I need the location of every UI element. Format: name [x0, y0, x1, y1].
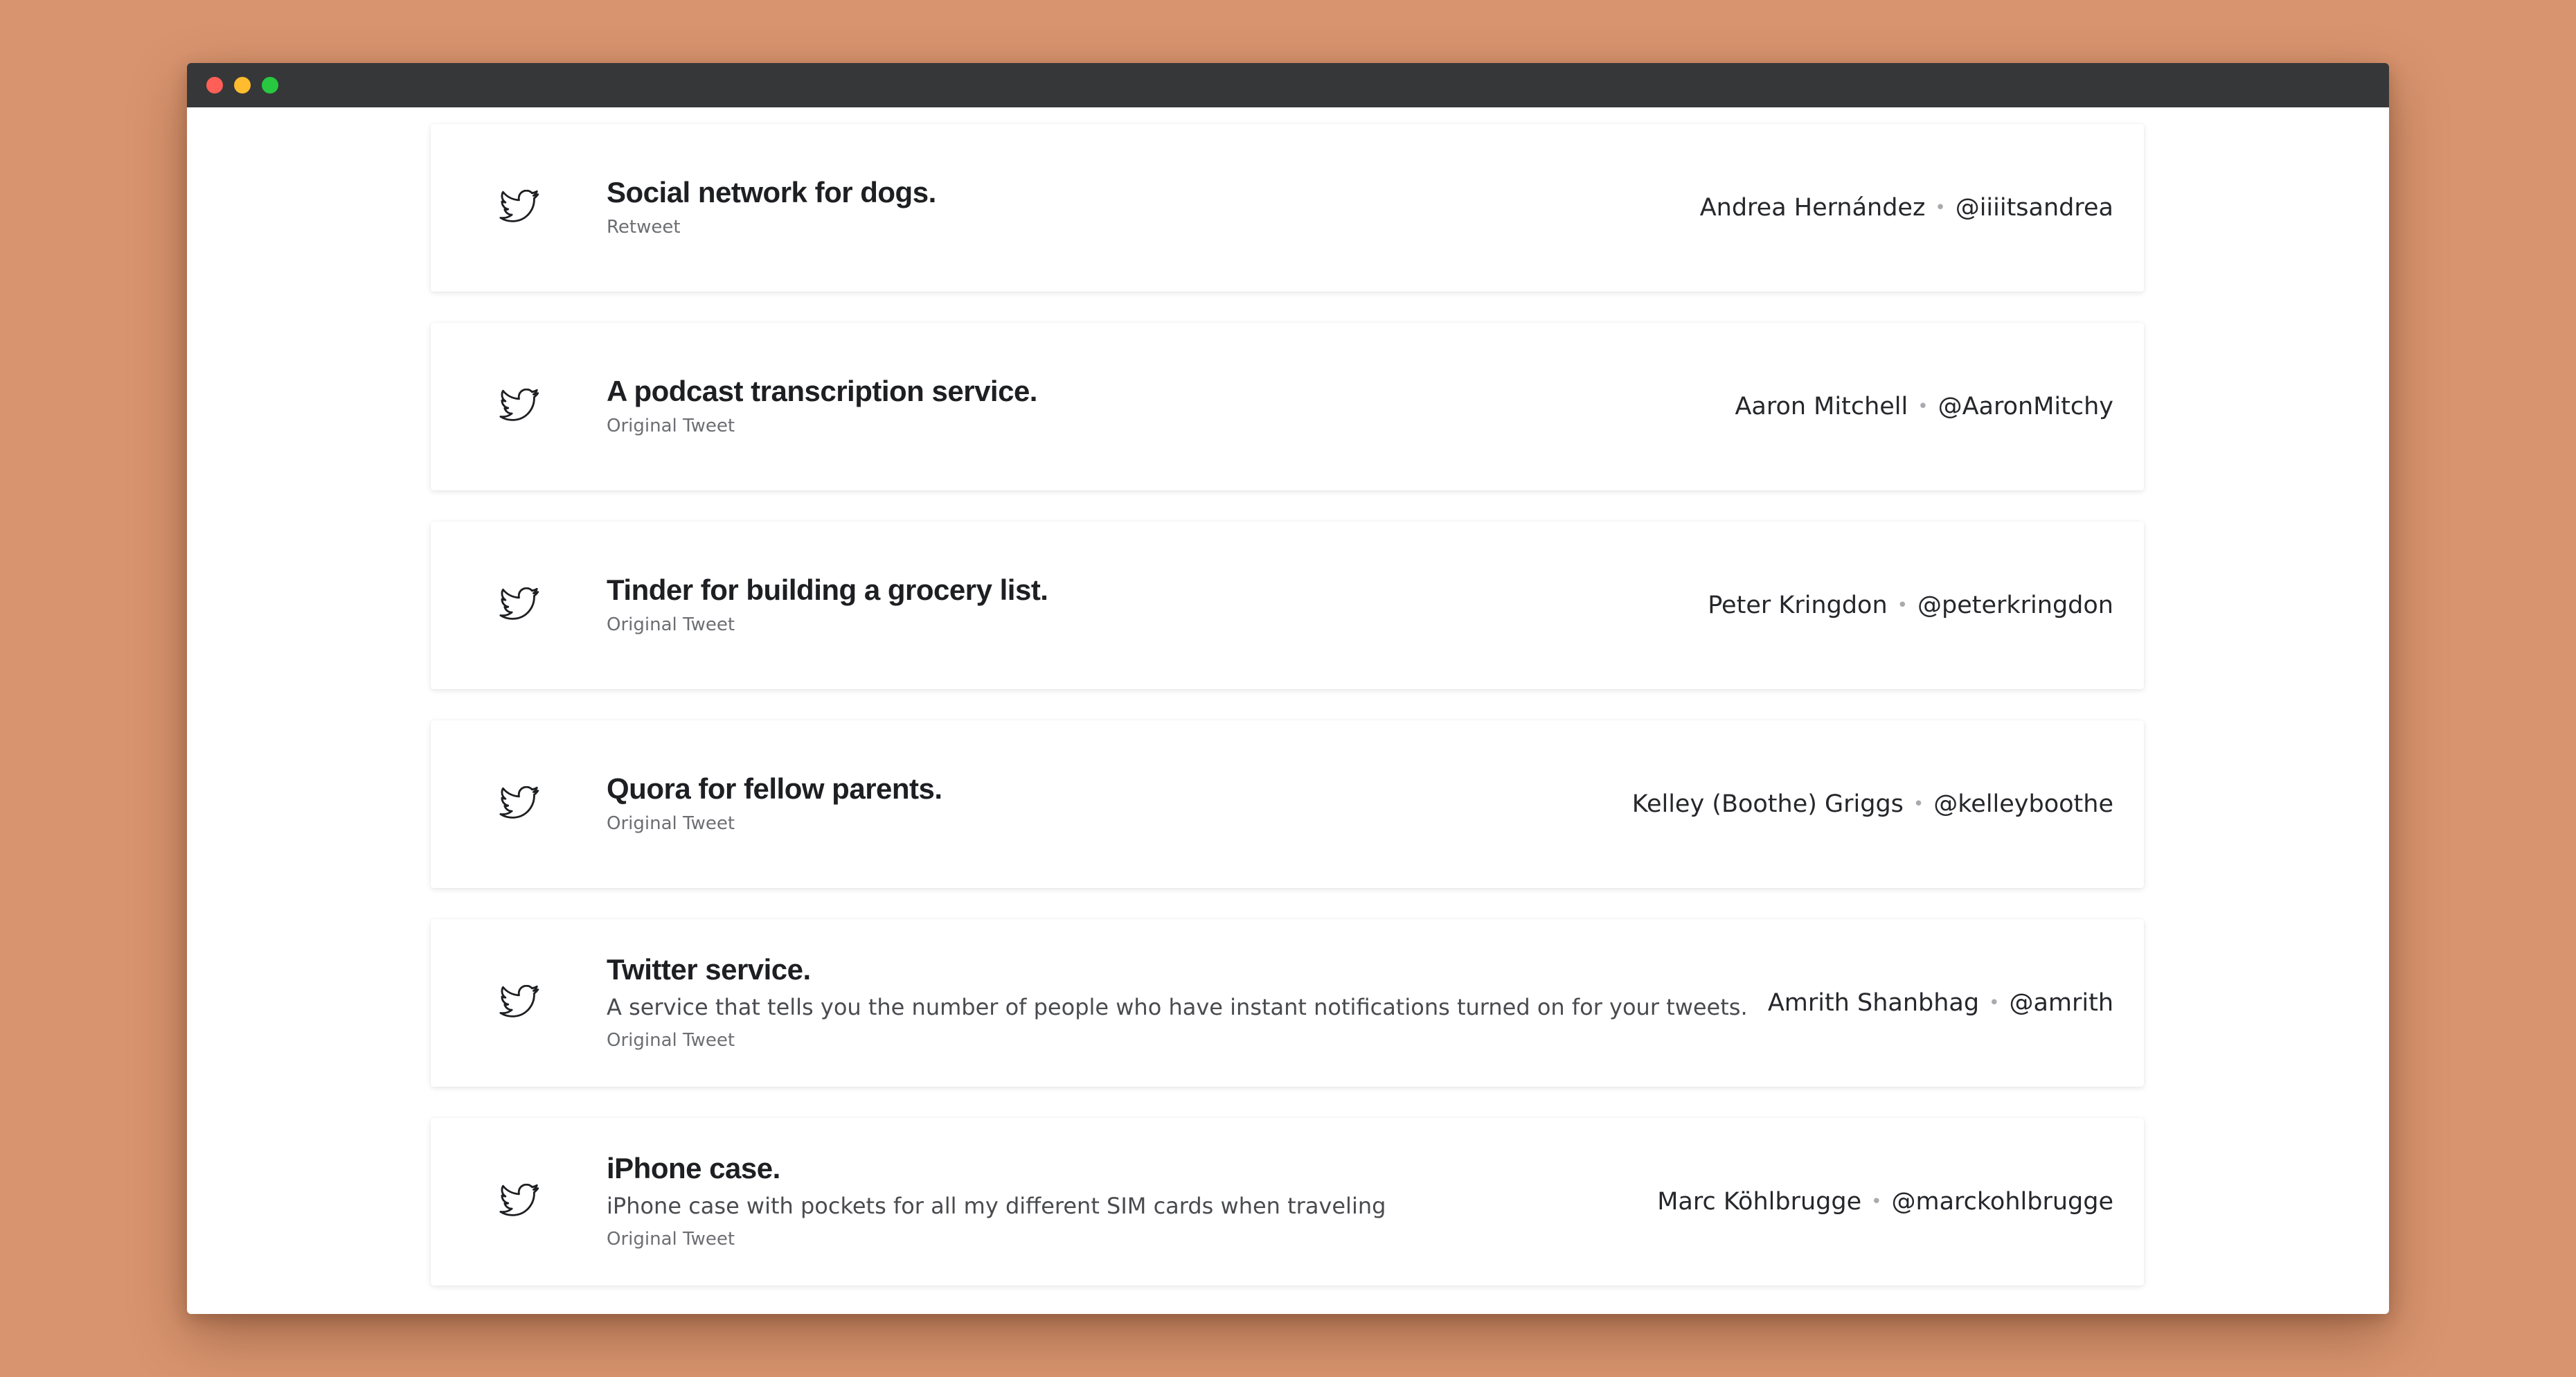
idea-author: Aaron Mitchell • @AaronMitchy — [1735, 393, 2113, 420]
idea-author: Peter Kringdon • @peterkringdon — [1708, 592, 2113, 619]
idea-title[interactable]: Social network for dogs. — [607, 173, 936, 212]
author-handle[interactable]: @marckohlbrugge — [1891, 1188, 2113, 1216]
minimize-window-button[interactable] — [234, 77, 251, 94]
tweet-type-label: Original Tweet — [607, 416, 735, 436]
tweet-type-label: Retweet — [607, 217, 681, 238]
browser-window: Social network for dogs. Retweet Andrea … — [187, 63, 2389, 1314]
author-name: Kelley (Boothe) Griggs — [1631, 790, 1904, 818]
author-name: Marc Köhlbrugge — [1657, 1188, 1862, 1216]
author-handle[interactable]: @AaronMitchy — [1938, 393, 2113, 420]
twitter-bird-icon — [499, 985, 542, 1021]
tweet-type-label: Original Tweet — [607, 1229, 735, 1250]
tweet-type-label: Original Tweet — [607, 1030, 735, 1051]
idea-description: A service that tells you the number of p… — [607, 994, 1748, 1020]
idea-card[interactable]: A podcast transcription service. Origina… — [431, 323, 2144, 490]
maximize-window-button[interactable] — [262, 77, 278, 94]
idea-text: Quora for fellow parents. Original Tweet — [607, 770, 942, 839]
author-separator: • — [1871, 1191, 1882, 1212]
author-handle[interactable]: @peterkringdon — [1917, 592, 2113, 619]
twitter-bird-icon — [499, 587, 542, 623]
author-name: Amrith Shanbhag — [1767, 989, 1980, 1017]
author-name: Peter Kringdon — [1708, 592, 1888, 619]
idea-author: Marc Köhlbrugge • @marckohlbrugge — [1657, 1188, 2113, 1216]
tweet-type-label: Original Tweet — [607, 813, 735, 834]
idea-text: Twitter service. A service that tells yo… — [607, 950, 1748, 1056]
idea-card[interactable]: Quora for fellow parents. Original Tweet… — [431, 720, 2144, 888]
idea-author: Amrith Shanbhag • @amrith — [1768, 989, 2113, 1017]
page-content: Social network for dogs. Retweet Andrea … — [187, 107, 2389, 1314]
author-name: Aaron Mitchell — [1735, 393, 1908, 420]
author-separator: • — [1913, 794, 1924, 815]
idea-title[interactable]: Twitter service. — [607, 950, 1748, 989]
idea-text: iPhone case. iPhone case with pockets fo… — [607, 1149, 1386, 1254]
idea-author: Kelley (Boothe) Griggs • @kelleyboothe — [1632, 790, 2113, 818]
twitter-bird-icon — [499, 1184, 542, 1220]
author-handle[interactable]: @iiiitsandrea — [1956, 194, 2113, 222]
idea-card[interactable]: iPhone case. iPhone case with pockets fo… — [431, 1118, 2144, 1286]
idea-card[interactable]: Twitter service. A service that tells yo… — [431, 919, 2144, 1087]
idea-text: Social network for dogs. Retweet — [607, 173, 936, 242]
idea-description: iPhone case with pockets for all my diff… — [607, 1193, 1386, 1219]
idea-author: Andrea Hernández • @iiiitsandrea — [1700, 194, 2113, 222]
idea-text: Tinder for building a grocery list. Orig… — [607, 571, 1048, 640]
tweet-type-label: Original Tweet — [607, 614, 735, 635]
author-separator: • — [1935, 197, 1946, 218]
author-handle[interactable]: @kelleyboothe — [1933, 790, 2113, 818]
idea-title[interactable]: A podcast transcription service. — [607, 372, 1037, 411]
twitter-bird-icon — [499, 389, 542, 425]
idea-title[interactable]: Quora for fellow parents. — [607, 770, 942, 808]
idea-title[interactable]: iPhone case. — [607, 1149, 1386, 1188]
idea-title[interactable]: Tinder for building a grocery list. — [607, 571, 1048, 610]
author-separator: • — [1897, 595, 1908, 616]
idea-card[interactable]: Social network for dogs. Retweet Andrea … — [431, 124, 2144, 292]
window-titlebar — [187, 63, 2389, 107]
idea-card[interactable]: Tinder for building a grocery list. Orig… — [431, 522, 2144, 689]
author-separator: • — [1989, 993, 2000, 1013]
author-separator: • — [1917, 396, 1929, 417]
twitter-bird-icon — [499, 190, 542, 226]
author-handle[interactable]: @amrith — [2009, 989, 2113, 1017]
idea-text: A podcast transcription service. Origina… — [607, 372, 1037, 441]
author-name: Andrea Hernández — [1699, 194, 1926, 222]
close-window-button[interactable] — [206, 77, 223, 94]
twitter-bird-icon — [499, 786, 542, 822]
